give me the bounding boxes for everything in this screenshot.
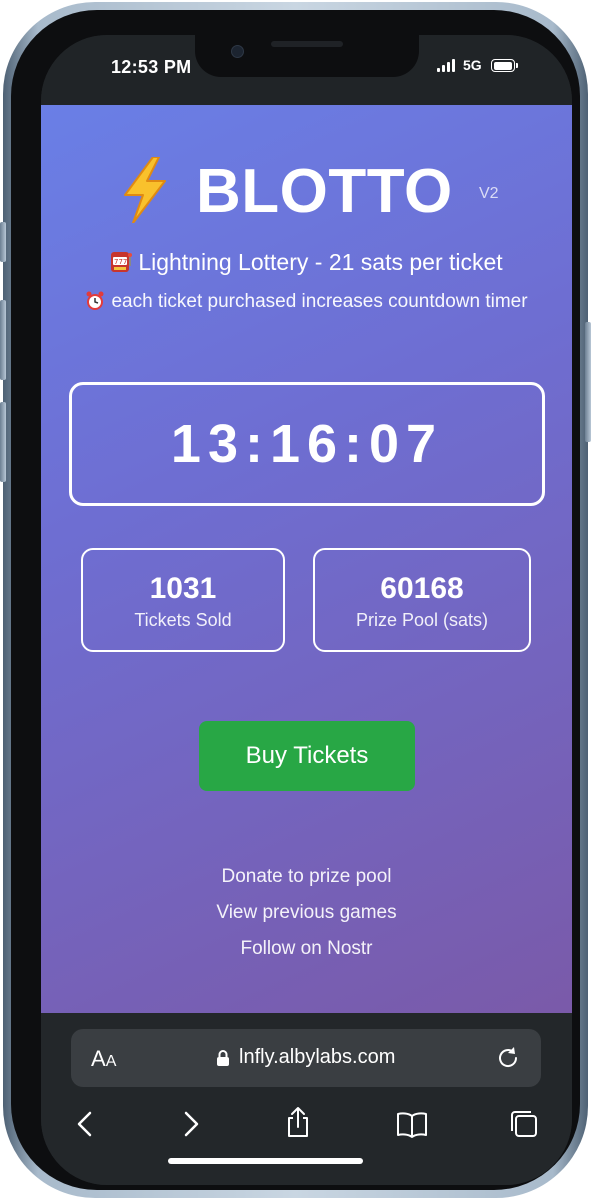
title-row: BLOTTO V2	[41, 157, 572, 227]
svg-text:777: 777	[114, 258, 127, 266]
bezel: 12:53 PM 5G BLOTTO V2 777 Lightning Lott…	[11, 10, 580, 1190]
subtitle: 777 Lightning Lottery - 21 sats per tick…	[41, 247, 572, 277]
share-icon[interactable]	[281, 1105, 315, 1139]
timer-note-text: each ticket purchased increases countdow…	[111, 291, 528, 312]
phone-frame: 12:53 PM 5G BLOTTO V2 777 Lightning Lott…	[0, 2, 591, 1198]
url-text[interactable]: lnfly.albylabs.com	[239, 1046, 395, 1069]
tabs-icon[interactable]	[507, 1107, 541, 1141]
buy-tickets-button[interactable]: Buy Tickets	[199, 721, 415, 791]
brand-title: BLOTTO	[196, 157, 453, 226]
volume-up-button	[0, 300, 6, 380]
slot-machine-icon: 777	[111, 252, 133, 272]
lock-icon	[217, 1050, 229, 1066]
cellular-signal-icon	[437, 59, 459, 72]
earpiece-speaker	[271, 41, 343, 47]
prize-pool-label: Prize Pool (sats)	[355, 610, 489, 630]
back-icon[interactable]	[69, 1107, 103, 1141]
reload-icon[interactable]	[495, 1045, 521, 1071]
status-bar: 12:53 PM 5G	[41, 35, 572, 105]
notch	[195, 35, 419, 77]
donate-link[interactable]: Donate to prize pool	[41, 859, 572, 895]
countdown-timer: 13:16:07	[69, 382, 545, 506]
address-bar[interactable]: AA lnfly.albylabs.com	[71, 1029, 541, 1087]
lightning-bolt-icon	[124, 157, 166, 223]
power-button	[585, 322, 591, 442]
tickets-sold-value: 1031	[149, 572, 217, 605]
battery-icon	[491, 59, 518, 72]
lottery-page: BLOTTO V2 777 Lightning Lottery - 21 sat…	[41, 105, 572, 1013]
home-indicator[interactable]	[168, 1158, 363, 1164]
text-size-button[interactable]: AA	[91, 1046, 116, 1072]
version-label: V2	[479, 185, 499, 202]
tickets-sold-label: Tickets Sold	[134, 610, 232, 630]
silent-switch	[0, 222, 6, 262]
previous-games-link[interactable]: View previous games	[41, 895, 572, 931]
prize-pool-value: 60168	[380, 572, 464, 605]
tickets-sold-card: 1031 Tickets Sold	[81, 548, 285, 652]
nostr-link[interactable]: Follow on Nostr	[41, 931, 572, 967]
footer-links: Donate to prize pool View previous games…	[41, 859, 572, 967]
network-type: 5G	[463, 57, 482, 73]
front-camera	[231, 45, 244, 58]
screen: 12:53 PM 5G BLOTTO V2 777 Lightning Lott…	[41, 35, 572, 1185]
alarm-clock-icon	[86, 291, 104, 310]
bookmarks-icon[interactable]	[395, 1107, 429, 1141]
subtitle-text: Lightning Lottery - 21 sats per ticket	[138, 249, 503, 275]
prize-pool-card: 60168 Prize Pool (sats)	[313, 548, 531, 652]
forward-icon[interactable]	[173, 1107, 207, 1141]
timer-note: each ticket purchased increases countdow…	[71, 289, 542, 315]
volume-down-button	[0, 402, 6, 482]
status-time: 12:53 PM	[111, 57, 192, 77]
